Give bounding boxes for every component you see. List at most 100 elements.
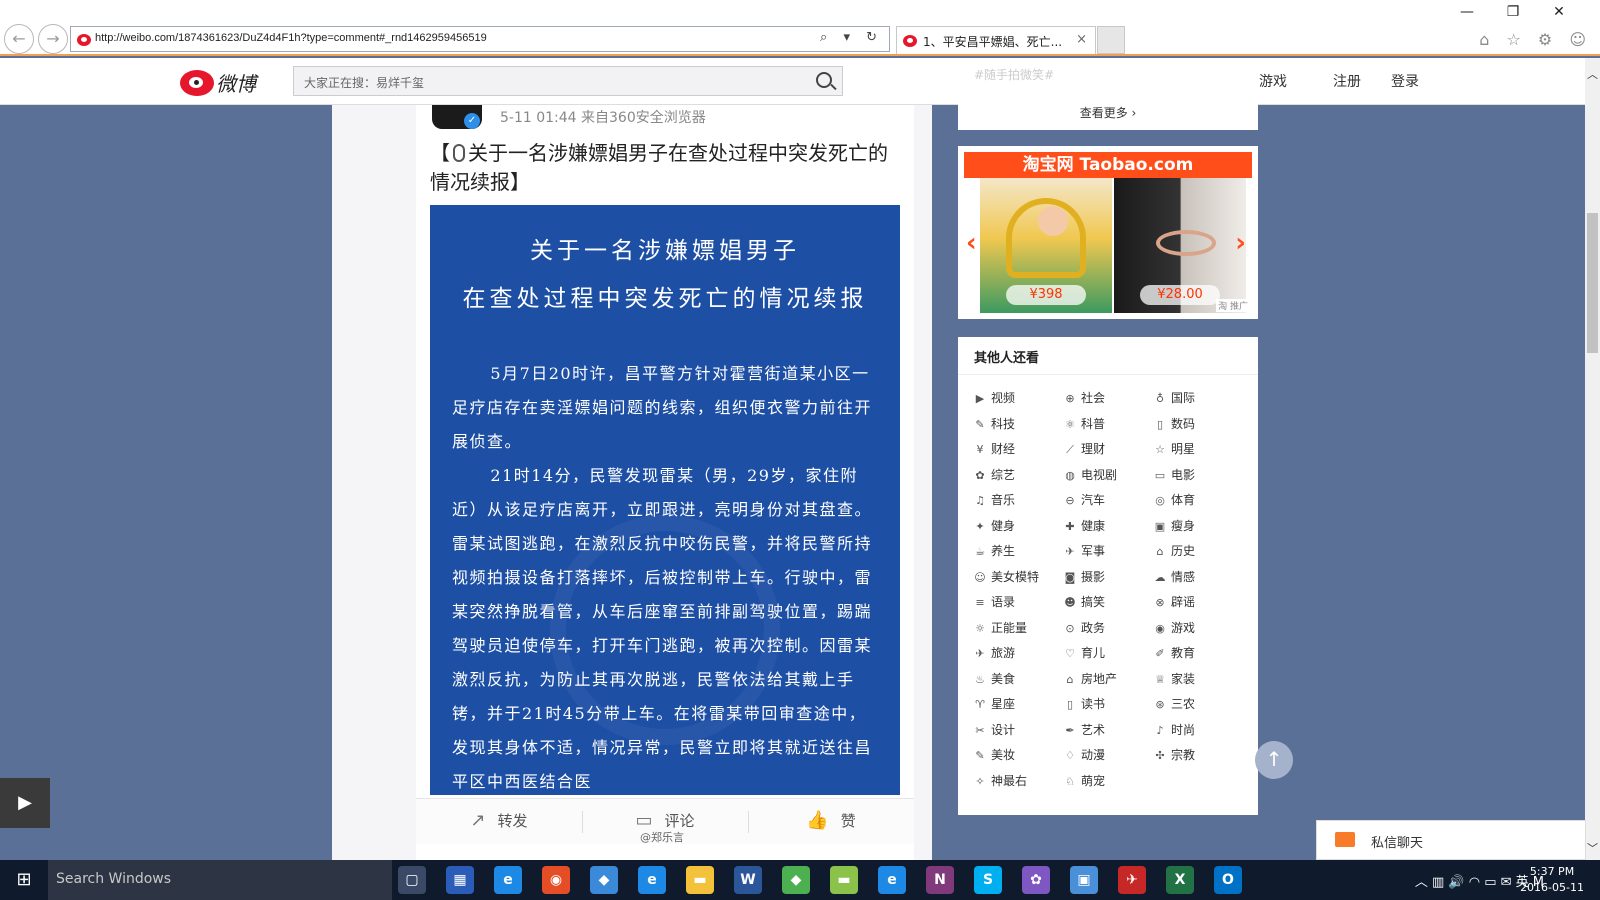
taobao-ad[interactable]: 淘宝网 Taobao.com ¥398 ¥28.00 ‹ › 淘 推广: [964, 152, 1252, 313]
taskbar-app-icon[interactable]: W: [734, 866, 762, 894]
minimize-button[interactable]: —: [1444, 4, 1490, 20]
category-item[interactable]: ♢ 动漫: [1064, 746, 1154, 764]
new-tab-button[interactable]: [1097, 26, 1125, 54]
windows-search[interactable]: Search Windows: [48, 860, 392, 900]
category-item[interactable]: ◉ 游戏: [1154, 619, 1244, 637]
category-item[interactable]: ✈ 旅游: [974, 644, 1064, 662]
ad-product-toy-car[interactable]: ¥398: [980, 178, 1112, 313]
taskbar-app-icon[interactable]: ◆: [590, 866, 618, 894]
category-item[interactable]: ☻ 搞笑: [1064, 593, 1154, 611]
category-item[interactable]: ◍ 电视剧: [1064, 466, 1154, 484]
repost-button[interactable]: ↗ 转发: [416, 799, 582, 845]
topic-faded[interactable]: #随手拍微笑#: [974, 66, 1054, 83]
category-item[interactable]: ▭ 电影: [1154, 466, 1244, 484]
clock[interactable]: 5:37 PM 2016-05-11: [1520, 864, 1584, 896]
carousel-prev-icon[interactable]: ‹: [966, 228, 977, 258]
taskbar-app-icon[interactable]: ◉: [542, 866, 570, 894]
category-item[interactable]: ✚ 健康: [1064, 517, 1154, 535]
taskbar-app-icon[interactable]: e: [494, 866, 522, 894]
taskbar-app-icon[interactable]: ▦: [446, 866, 474, 894]
category-item[interactable]: ✒ 艺术: [1064, 721, 1154, 739]
taskbar-app-icon[interactable]: e: [878, 866, 906, 894]
category-item[interactable]: ✈ 军事: [1064, 542, 1154, 560]
notice-image[interactable]: 关于一名涉嫌嫖娼男子 在查处过程中突发死亡的情况续报 5月7日20时许，昌平警方…: [430, 205, 900, 795]
address-actions-icon[interactable]: ⌕ ▾ ↻: [820, 30, 883, 45]
taobao-ad-header[interactable]: 淘宝网 Taobao.com: [964, 152, 1252, 178]
tab-title[interactable]: 1、平安昌平嫖娼、死亡...: [923, 33, 1062, 50]
category-item[interactable]: ¥ 财经: [974, 440, 1064, 458]
category-item[interactable]: ⚛ 科普: [1064, 415, 1154, 433]
page-scrollbar[interactable]: ︿ ﹀: [1585, 58, 1600, 860]
browser-tab[interactable]: 1、平安昌平嫖娼、死亡... ×: [896, 26, 1096, 54]
carousel-next-icon[interactable]: ›: [1235, 228, 1246, 258]
category-item[interactable]: ⌂ 历史: [1154, 542, 1244, 560]
video-play-button[interactable]: ▶: [0, 778, 50, 828]
taskbar-app-icon[interactable]: O: [1214, 866, 1242, 894]
like-button[interactable]: 👍 赞: [748, 799, 914, 845]
private-chat-bar[interactable]: 私信聊天: [1316, 820, 1586, 860]
taskbar-app-icon[interactable]: S: [974, 866, 1002, 894]
category-item[interactable]: ✂ 设计: [974, 721, 1064, 739]
nav-register[interactable]: 注册: [1333, 71, 1361, 91]
search-input[interactable]: 大家正在搜：易烊千玺: [293, 66, 843, 96]
category-item[interactable]: ✎ 科技: [974, 415, 1064, 433]
taskbar-app-icon[interactable]: X: [1166, 866, 1194, 894]
category-item[interactable]: ♈ 星座: [974, 695, 1064, 713]
category-item[interactable]: ⊙ 政务: [1064, 619, 1154, 637]
category-item[interactable]: ⌂ 房地产: [1064, 670, 1154, 688]
search-icon[interactable]: [816, 72, 832, 88]
category-item[interactable]: ▶ 视频: [974, 389, 1064, 407]
category-item[interactable]: ☆ 明星: [1154, 440, 1244, 458]
category-item[interactable]: ♡ 育儿: [1064, 644, 1154, 662]
category-item[interactable]: ⟋ 理财: [1064, 440, 1154, 458]
taskbar-app-icon[interactable]: e: [638, 866, 666, 894]
category-item[interactable]: ▣ 瘦身: [1154, 517, 1244, 535]
start-button[interactable]: ⊞: [0, 860, 48, 900]
category-item[interactable]: ✿ 综艺: [974, 466, 1064, 484]
category-item[interactable]: ✣ 宗教: [1154, 746, 1244, 764]
taskbar-app-icon[interactable]: ▬: [686, 866, 714, 894]
category-item[interactable]: ⊗ 辟谣: [1154, 593, 1244, 611]
taskbar-app-icon[interactable]: ▢: [398, 866, 426, 894]
category-item[interactable]: ☼ 正能量: [974, 619, 1064, 637]
category-item[interactable]: ✎ 美妆: [974, 746, 1064, 764]
post-meta[interactable]: 5-11 01:44 来自360安全浏览器: [500, 107, 706, 127]
category-item[interactable]: ♫ 音乐: [974, 491, 1064, 509]
category-item[interactable]: ✐ 教育: [1154, 644, 1244, 662]
category-item[interactable]: ◙ 摄影: [1064, 568, 1154, 586]
address-bar[interactable]: http://weibo.com/1874361623/DuZ4d4F1h?ty…: [70, 26, 890, 52]
category-item[interactable]: ♪ 时尚: [1154, 721, 1244, 739]
category-item[interactable]: ≡ 语录: [974, 593, 1064, 611]
weibo-logo[interactable]: 微博: [180, 64, 270, 98]
category-item[interactable]: ▯ 数码: [1154, 415, 1244, 433]
tab-close-icon[interactable]: ×: [1076, 32, 1087, 47]
taskbar-app-icon[interactable]: ✈: [1118, 866, 1146, 894]
forward-button[interactable]: →: [38, 24, 68, 54]
close-window-button[interactable]: ✕: [1536, 4, 1582, 20]
category-item[interactable]: ⊕ 社会: [1064, 389, 1154, 407]
taskbar-app-icon[interactable]: N: [926, 866, 954, 894]
scrollbar-thumb[interactable]: [1587, 213, 1598, 353]
category-item[interactable]: ☺ 美女模特: [974, 568, 1064, 586]
category-item[interactable]: ☁ 情感: [1154, 568, 1244, 586]
category-item[interactable]: ⊖ 汽车: [1064, 491, 1154, 509]
category-item[interactable]: ◎ 体育: [1154, 491, 1244, 509]
taskbar-app-icon[interactable]: ◆: [782, 866, 810, 894]
browser-toolbar-icons[interactable]: ⌂ ☆ ⚙ ☺: [1479, 30, 1592, 49]
category-item[interactable]: ▯ 读书: [1064, 695, 1154, 713]
maximize-button[interactable]: ❐: [1490, 4, 1536, 20]
scroll-down-icon[interactable]: ﹀: [1585, 840, 1600, 856]
taskbar-app-icon[interactable]: ✿: [1022, 866, 1050, 894]
category-item[interactable]: ♘ 萌宠: [1064, 772, 1154, 790]
category-item[interactable]: ✧ 神最右: [974, 772, 1064, 790]
taskbar-app-icon[interactable]: ▬: [830, 866, 858, 894]
category-item[interactable]: ☕ 养生: [974, 542, 1064, 560]
category-item[interactable]: ♨ 美食: [974, 670, 1064, 688]
view-more-link[interactable]: 查看更多 ›: [958, 104, 1258, 121]
category-item[interactable]: ♁ 国际: [1154, 389, 1244, 407]
nav-login[interactable]: 登录: [1391, 71, 1419, 91]
category-item[interactable]: ♕ 家装: [1154, 670, 1244, 688]
back-to-top-button[interactable]: ↑: [1255, 741, 1293, 779]
category-item[interactable]: ⊛ 三农: [1154, 695, 1244, 713]
scroll-up-icon[interactable]: ︿: [1585, 66, 1600, 82]
